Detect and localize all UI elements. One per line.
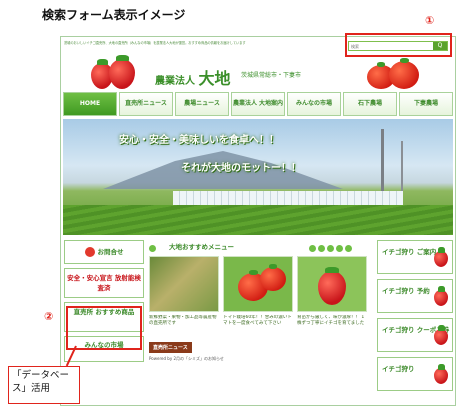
tower-image	[401, 141, 403, 191]
recommend-captions: 新鮮野菜・果物・加工品等農産物の直売所です トマト栽培60年！！甘みの濃いトマト…	[149, 315, 369, 339]
strawberry-icon	[434, 364, 448, 384]
database-callout: 「データベース」活用	[8, 366, 80, 404]
news-item[interactable]: Powered by 2月の「シミズ」のお知らせ	[149, 356, 224, 362]
right-menu: イチゴ狩り ご案内 イチゴ狩り 予約 イチゴ狩り クーポン券 イチゴ狩り	[377, 240, 453, 396]
hero-subheadline: それが大地のモットー！！	[181, 163, 301, 174]
hero-banner: 安心・安全・美味しいを食卓へ！！ それが大地のモットー！！	[63, 119, 453, 235]
strawberry-guide-label: イチゴ狩り ご案内	[382, 248, 437, 256]
recommend-section: 大地おすすめメニュー 新鮮野菜・果物・加工品等農産物の直売所です トマト栽培60…	[149, 240, 369, 361]
website-frame: 茨城のおいしいイチゴ直売所、大地の直売所（みんなの市場）を農業法人大地が運営。お…	[60, 36, 456, 406]
site-logo[interactable]: 農業法人 大地	[155, 65, 231, 89]
strawberry-icon	[434, 325, 448, 345]
vegetables-photo[interactable]	[149, 256, 219, 312]
search-form-highlight	[345, 33, 452, 57]
site-title-main: 大地	[198, 69, 231, 88]
shop-news-tab[interactable]: 直売所ニュース	[149, 342, 192, 353]
section-heading: 大地おすすめメニュー	[149, 240, 369, 254]
strawberry-icon	[434, 286, 448, 306]
caption-vegetables: 新鮮野菜・果物・加工品等農産物の直売所です	[149, 315, 217, 326]
tomato-icon	[260, 264, 286, 291]
strawberry-icon	[318, 267, 346, 305]
page-caption: 検索フォーム表示イメージ	[42, 8, 186, 22]
nav-ishige-farm[interactable]: 石下農場	[343, 92, 397, 116]
caption-strawberry: 育苗から厳しく、味が濃厚！！ 1 株ずつ丁寧にイチゴを育てました	[297, 315, 365, 326]
recommended-products-highlight	[66, 306, 142, 350]
strawberry-coupon-button[interactable]: イチゴ狩り クーポン券	[377, 318, 453, 352]
strawberry-reserve-button[interactable]: イチゴ狩り 予約	[377, 279, 453, 313]
site-subtitle: 茨城県常総市・下妻市	[241, 72, 302, 79]
news-header: 直売所ニュース Powered by 2月の「シミズ」のお知らせ	[149, 342, 369, 361]
strawberry-picking-label: イチゴ狩り	[382, 365, 415, 373]
safety-button[interactable]: 安全・安心宣言 放射能検査済	[64, 268, 144, 298]
leaf-dots-icon	[309, 243, 369, 252]
hero-headline: 安心・安全・美味しいを食卓へ！！	[119, 135, 279, 146]
strawberry-picking-button[interactable]: イチゴ狩り	[377, 357, 453, 391]
caption-tomato: トマト栽培60年！！甘みの濃いトマトを一度食べてみて下さい	[223, 315, 292, 326]
strawberry-icon	[434, 247, 448, 267]
contact-label: お問合せ	[97, 248, 124, 256]
main-nav: HOME 直売所ニュース 農場ニュース 農業法人 大地案内 みんなの市場 石下農…	[61, 92, 455, 116]
nav-about[interactable]: 農業法人 大地案内	[231, 92, 285, 116]
tomato-icon	[389, 58, 419, 89]
greenhouse-image	[173, 191, 403, 205]
nav-home[interactable]: HOME	[63, 92, 117, 116]
section-title: 大地おすすめメニュー	[169, 243, 234, 251]
site-title-prefix: 農業法人	[155, 76, 195, 87]
contact-button[interactable]: お問合せ	[64, 240, 144, 264]
leaf-dots-icon	[149, 243, 167, 252]
tomato-icon	[84, 247, 95, 257]
strawberry-logo-icon	[109, 55, 135, 89]
nav-market[interactable]: みんなの市場	[287, 92, 341, 116]
annotation-number-1: ①	[425, 14, 435, 27]
nav-shimotsuma-farm[interactable]: 下妻農場	[399, 92, 453, 116]
tomato-photo[interactable]	[223, 256, 293, 312]
nav-shop-news[interactable]: 直売所ニュース	[119, 92, 173, 116]
recommend-photos	[149, 256, 369, 312]
field-image	[63, 205, 453, 235]
nav-farm-news[interactable]: 農場ニュース	[175, 92, 229, 116]
tower-image	[381, 129, 384, 191]
strawberry-photo[interactable]	[297, 256, 367, 312]
strawberry-reserve-label: イチゴ狩り 予約	[382, 287, 430, 295]
strawberry-guide-button[interactable]: イチゴ狩り ご案内	[377, 240, 453, 274]
annotation-number-2: ②	[44, 310, 54, 323]
safety-label: 安全・安心宣言 放射能検査済	[67, 274, 141, 292]
